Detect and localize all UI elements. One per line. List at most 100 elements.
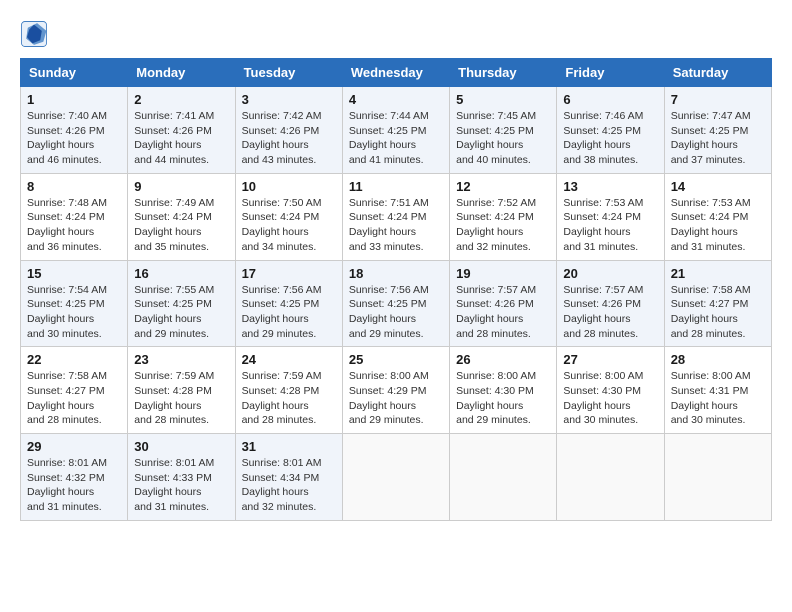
calendar-week-1: 1 Sunrise: 7:40 AM Sunset: 4:26 PM Dayli… xyxy=(21,87,772,174)
day-number: 23 xyxy=(134,352,228,367)
calendar-cell: 16 Sunrise: 7:55 AM Sunset: 4:25 PM Dayl… xyxy=(128,260,235,347)
calendar-week-4: 22 Sunrise: 7:58 AM Sunset: 4:27 PM Dayl… xyxy=(21,347,772,434)
calendar-body: 1 Sunrise: 7:40 AM Sunset: 4:26 PM Dayli… xyxy=(21,87,772,521)
day-info: Sunrise: 7:53 AM Sunset: 4:24 PM Dayligh… xyxy=(563,196,657,255)
day-number: 24 xyxy=(242,352,336,367)
day-number: 29 xyxy=(27,439,121,454)
day-info: Sunrise: 7:56 AM Sunset: 4:25 PM Dayligh… xyxy=(349,283,443,342)
calendar-cell: 3 Sunrise: 7:42 AM Sunset: 4:26 PM Dayli… xyxy=(235,87,342,174)
weekday-header-monday: Monday xyxy=(128,59,235,87)
weekday-header-friday: Friday xyxy=(557,59,664,87)
day-info: Sunrise: 8:01 AM Sunset: 4:34 PM Dayligh… xyxy=(242,456,336,515)
day-number: 20 xyxy=(563,266,657,281)
day-info: Sunrise: 7:50 AM Sunset: 4:24 PM Dayligh… xyxy=(242,196,336,255)
day-number: 12 xyxy=(456,179,550,194)
calendar-cell: 23 Sunrise: 7:59 AM Sunset: 4:28 PM Dayl… xyxy=(128,347,235,434)
calendar-cell xyxy=(342,434,449,521)
calendar-cell: 31 Sunrise: 8:01 AM Sunset: 4:34 PM Dayl… xyxy=(235,434,342,521)
calendar-header: SundayMondayTuesdayWednesdayThursdayFrid… xyxy=(21,59,772,87)
weekday-header-thursday: Thursday xyxy=(450,59,557,87)
day-number: 1 xyxy=(27,92,121,107)
calendar-week-5: 29 Sunrise: 8:01 AM Sunset: 4:32 PM Dayl… xyxy=(21,434,772,521)
calendar-cell: 21 Sunrise: 7:58 AM Sunset: 4:27 PM Dayl… xyxy=(664,260,771,347)
day-info: Sunrise: 8:00 AM Sunset: 4:30 PM Dayligh… xyxy=(456,369,550,428)
calendar-cell: 6 Sunrise: 7:46 AM Sunset: 4:25 PM Dayli… xyxy=(557,87,664,174)
day-number: 6 xyxy=(563,92,657,107)
page-header xyxy=(20,20,772,48)
day-info: Sunrise: 7:41 AM Sunset: 4:26 PM Dayligh… xyxy=(134,109,228,168)
day-info: Sunrise: 7:58 AM Sunset: 4:27 PM Dayligh… xyxy=(27,369,121,428)
calendar-cell: 24 Sunrise: 7:59 AM Sunset: 4:28 PM Dayl… xyxy=(235,347,342,434)
calendar-cell xyxy=(557,434,664,521)
day-number: 7 xyxy=(671,92,765,107)
day-number: 26 xyxy=(456,352,550,367)
day-number: 4 xyxy=(349,92,443,107)
calendar-cell: 26 Sunrise: 8:00 AM Sunset: 4:30 PM Dayl… xyxy=(450,347,557,434)
day-number: 17 xyxy=(242,266,336,281)
day-info: Sunrise: 7:44 AM Sunset: 4:25 PM Dayligh… xyxy=(349,109,443,168)
day-number: 22 xyxy=(27,352,121,367)
calendar-cell: 1 Sunrise: 7:40 AM Sunset: 4:26 PM Dayli… xyxy=(21,87,128,174)
day-info: Sunrise: 7:59 AM Sunset: 4:28 PM Dayligh… xyxy=(242,369,336,428)
day-info: Sunrise: 7:48 AM Sunset: 4:24 PM Dayligh… xyxy=(27,196,121,255)
day-info: Sunrise: 7:55 AM Sunset: 4:25 PM Dayligh… xyxy=(134,283,228,342)
day-info: Sunrise: 7:47 AM Sunset: 4:25 PM Dayligh… xyxy=(671,109,765,168)
calendar-cell: 10 Sunrise: 7:50 AM Sunset: 4:24 PM Dayl… xyxy=(235,173,342,260)
day-number: 8 xyxy=(27,179,121,194)
calendar-cell: 7 Sunrise: 7:47 AM Sunset: 4:25 PM Dayli… xyxy=(664,87,771,174)
day-number: 3 xyxy=(242,92,336,107)
calendar-cell: 22 Sunrise: 7:58 AM Sunset: 4:27 PM Dayl… xyxy=(21,347,128,434)
calendar-cell: 29 Sunrise: 8:01 AM Sunset: 4:32 PM Dayl… xyxy=(21,434,128,521)
day-number: 27 xyxy=(563,352,657,367)
day-number: 2 xyxy=(134,92,228,107)
calendar-cell: 20 Sunrise: 7:57 AM Sunset: 4:26 PM Dayl… xyxy=(557,260,664,347)
day-number: 16 xyxy=(134,266,228,281)
day-number: 21 xyxy=(671,266,765,281)
day-info: Sunrise: 8:00 AM Sunset: 4:29 PM Dayligh… xyxy=(349,369,443,428)
day-number: 11 xyxy=(349,179,443,194)
day-number: 30 xyxy=(134,439,228,454)
day-number: 19 xyxy=(456,266,550,281)
day-info: Sunrise: 7:54 AM Sunset: 4:25 PM Dayligh… xyxy=(27,283,121,342)
day-info: Sunrise: 7:51 AM Sunset: 4:24 PM Dayligh… xyxy=(349,196,443,255)
calendar-week-2: 8 Sunrise: 7:48 AM Sunset: 4:24 PM Dayli… xyxy=(21,173,772,260)
calendar-table: SundayMondayTuesdayWednesdayThursdayFrid… xyxy=(20,58,772,521)
day-info: Sunrise: 7:49 AM Sunset: 4:24 PM Dayligh… xyxy=(134,196,228,255)
day-info: Sunrise: 8:01 AM Sunset: 4:32 PM Dayligh… xyxy=(27,456,121,515)
day-info: Sunrise: 8:00 AM Sunset: 4:31 PM Dayligh… xyxy=(671,369,765,428)
day-info: Sunrise: 7:59 AM Sunset: 4:28 PM Dayligh… xyxy=(134,369,228,428)
day-number: 9 xyxy=(134,179,228,194)
day-number: 13 xyxy=(563,179,657,194)
calendar-cell: 13 Sunrise: 7:53 AM Sunset: 4:24 PM Dayl… xyxy=(557,173,664,260)
day-number: 25 xyxy=(349,352,443,367)
day-info: Sunrise: 7:56 AM Sunset: 4:25 PM Dayligh… xyxy=(242,283,336,342)
weekday-header-saturday: Saturday xyxy=(664,59,771,87)
day-info: Sunrise: 7:58 AM Sunset: 4:27 PM Dayligh… xyxy=(671,283,765,342)
calendar-cell xyxy=(664,434,771,521)
day-number: 14 xyxy=(671,179,765,194)
weekday-header-sunday: Sunday xyxy=(21,59,128,87)
calendar-cell: 28 Sunrise: 8:00 AM Sunset: 4:31 PM Dayl… xyxy=(664,347,771,434)
day-info: Sunrise: 7:46 AM Sunset: 4:25 PM Dayligh… xyxy=(563,109,657,168)
calendar-cell: 19 Sunrise: 7:57 AM Sunset: 4:26 PM Dayl… xyxy=(450,260,557,347)
calendar-cell: 18 Sunrise: 7:56 AM Sunset: 4:25 PM Dayl… xyxy=(342,260,449,347)
weekday-header-row: SundayMondayTuesdayWednesdayThursdayFrid… xyxy=(21,59,772,87)
calendar-week-3: 15 Sunrise: 7:54 AM Sunset: 4:25 PM Dayl… xyxy=(21,260,772,347)
calendar-cell: 25 Sunrise: 8:00 AM Sunset: 4:29 PM Dayl… xyxy=(342,347,449,434)
calendar-cell: 4 Sunrise: 7:44 AM Sunset: 4:25 PM Dayli… xyxy=(342,87,449,174)
day-info: Sunrise: 7:40 AM Sunset: 4:26 PM Dayligh… xyxy=(27,109,121,168)
day-info: Sunrise: 7:57 AM Sunset: 4:26 PM Dayligh… xyxy=(456,283,550,342)
day-info: Sunrise: 7:53 AM Sunset: 4:24 PM Dayligh… xyxy=(671,196,765,255)
day-info: Sunrise: 8:00 AM Sunset: 4:30 PM Dayligh… xyxy=(563,369,657,428)
day-number: 5 xyxy=(456,92,550,107)
day-number: 31 xyxy=(242,439,336,454)
calendar-cell: 27 Sunrise: 8:00 AM Sunset: 4:30 PM Dayl… xyxy=(557,347,664,434)
calendar-cell: 9 Sunrise: 7:49 AM Sunset: 4:24 PM Dayli… xyxy=(128,173,235,260)
day-info: Sunrise: 8:01 AM Sunset: 4:33 PM Dayligh… xyxy=(134,456,228,515)
calendar-cell: 8 Sunrise: 7:48 AM Sunset: 4:24 PM Dayli… xyxy=(21,173,128,260)
calendar-cell: 14 Sunrise: 7:53 AM Sunset: 4:24 PM Dayl… xyxy=(664,173,771,260)
calendar-cell: 15 Sunrise: 7:54 AM Sunset: 4:25 PM Dayl… xyxy=(21,260,128,347)
day-info: Sunrise: 7:42 AM Sunset: 4:26 PM Dayligh… xyxy=(242,109,336,168)
calendar-cell: 30 Sunrise: 8:01 AM Sunset: 4:33 PM Dayl… xyxy=(128,434,235,521)
day-number: 10 xyxy=(242,179,336,194)
